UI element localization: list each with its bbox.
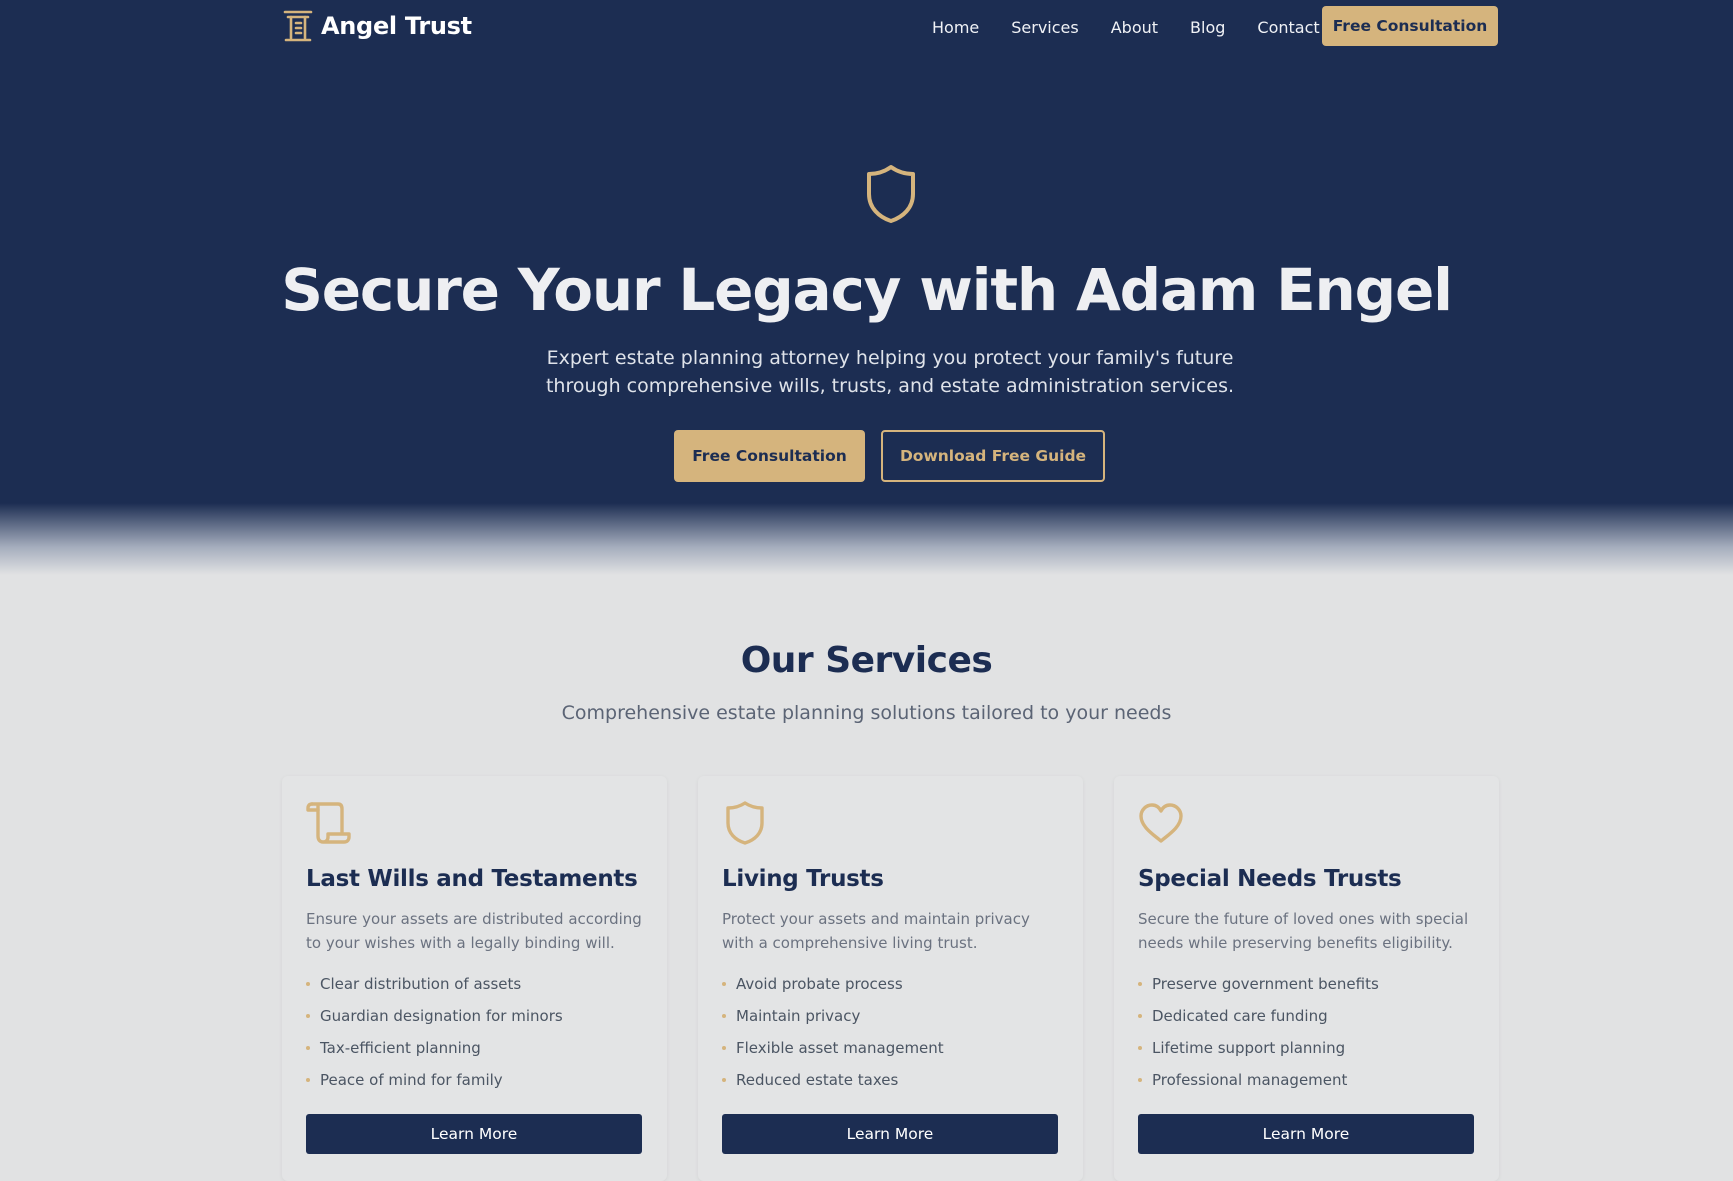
header-consultation-button[interactable]: Free Consultation [1322,6,1498,46]
feature-item: Avoid probate process [722,972,944,1004]
download-guide-button[interactable]: Download Free Guide [881,430,1105,482]
hero-consultation-button[interactable]: Free Consultation [674,430,865,482]
feature-item: Flexible asset management [722,1036,944,1068]
services-subtitle: Comprehensive estate planning solutions … [561,702,1172,724]
feature-item: Clear distribution of assets [306,972,563,1004]
service-card-special-needs: Special Needs Trusts Secure the future o… [1114,776,1499,1181]
hero-actions: Free Consultation Download Free Guide [674,430,1105,482]
hero-title: Secure Your Legacy with Adam Engel [281,256,1453,324]
learn-more-button[interactable]: Learn More [722,1114,1058,1154]
nav-services[interactable]: Services [1011,18,1078,37]
column-icon [283,10,313,42]
learn-more-button[interactable]: Learn More [1138,1114,1474,1154]
card-description: Secure the future of loved ones with spe… [1138,910,1469,952]
feature-item: Lifetime support planning [1138,1036,1379,1068]
hero-section: Secure Your Legacy with Adam Engel Exper… [0,55,1733,575]
card-title: Living Trusts [722,866,884,892]
page: Angel Trust Home Services About Blog Con… [0,0,1733,1181]
card-title: Last Wills and Testaments [306,866,638,892]
card-title: Special Needs Trusts [1138,866,1402,892]
card-description: Ensure your assets are distributed accor… [306,910,642,952]
feature-item: Peace of mind for family [306,1068,563,1100]
feature-item: Tax-efficient planning [306,1036,563,1068]
services-title: Our Services [740,640,993,681]
nav-contact[interactable]: Contact [1257,18,1319,37]
feature-item: Dedicated care funding [1138,1004,1379,1036]
service-card-living-trusts: Living Trusts Protect your assets and ma… [698,776,1083,1181]
shield-icon [867,165,915,223]
heart-icon [1139,803,1183,843]
brand[interactable]: Angel Trust [282,9,472,43]
scroll-icon [306,802,351,844]
nav-home[interactable]: Home [932,18,979,37]
feature-list: Avoid probate process Maintain privacy F… [722,972,944,1100]
service-card-wills: Last Wills and Testaments Ensure your as… [282,776,667,1181]
feature-item: Professional management [1138,1068,1379,1100]
card-description: Protect your assets and maintain privacy… [722,910,1030,952]
brand-name: Angel Trust [321,12,472,40]
feature-item: Reduced estate taxes [722,1068,944,1100]
shield-icon [726,801,764,845]
nav-about[interactable]: About [1111,18,1158,37]
feature-list: Preserve government benefits Dedicated c… [1138,972,1379,1100]
learn-more-button[interactable]: Learn More [306,1114,642,1154]
main-nav: Home Services About Blog Contact [932,0,1352,55]
nav-blog[interactable]: Blog [1190,18,1225,37]
feature-item: Guardian designation for minors [306,1004,563,1036]
feature-item: Maintain privacy [722,1004,944,1036]
feature-item: Preserve government benefits [1138,972,1379,1004]
top-navbar: Angel Trust Home Services About Blog Con… [0,0,1733,55]
hero-subtitle: Expert estate planning attorney helping … [545,347,1235,397]
feature-list: Clear distribution of assets Guardian de… [306,972,563,1100]
